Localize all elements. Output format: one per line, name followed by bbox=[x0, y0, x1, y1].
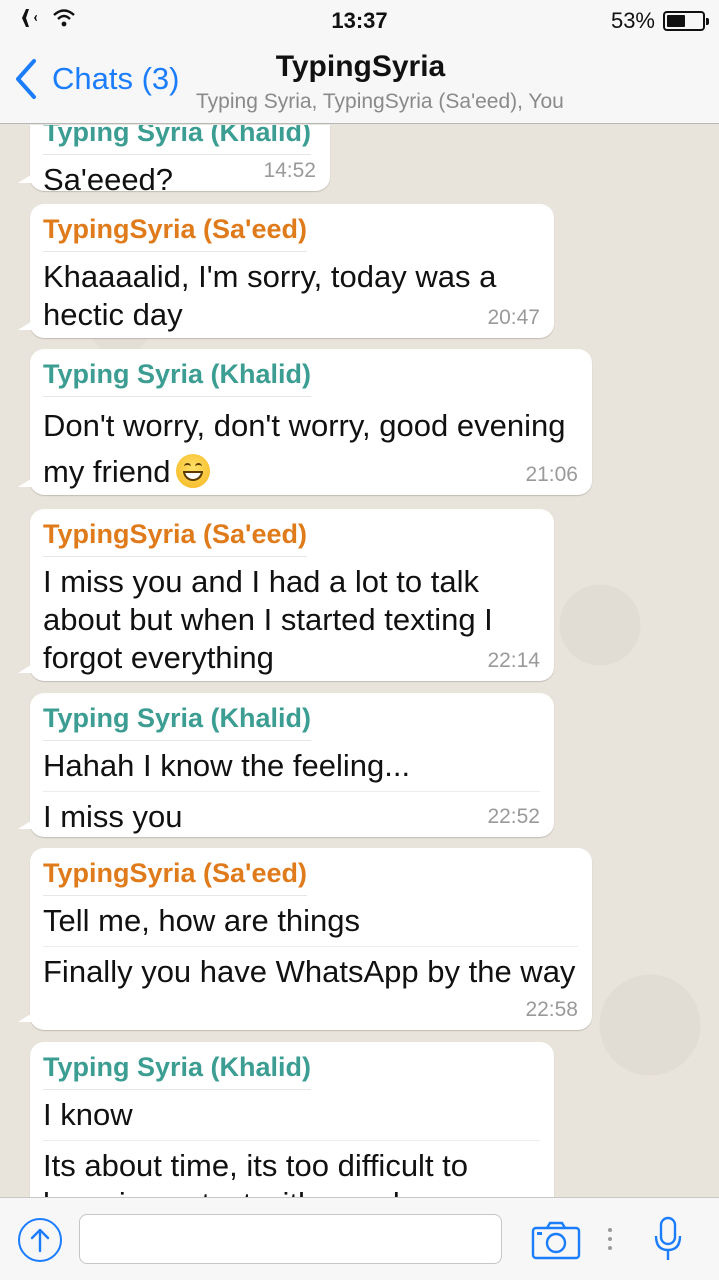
chat-title[interactable]: TypingSyria bbox=[0, 50, 719, 84]
status-right: 53% bbox=[610, 8, 709, 34]
message-text: Tell me, how are things bbox=[43, 903, 361, 938]
message-list[interactable]: Typing Syria (Khalid) Sa'eeed? 14:52 Typ… bbox=[0, 125, 719, 1197]
message-bubble[interactable]: Typing Syria (Khalid) Don't worry, don't… bbox=[18, 349, 592, 495]
message-bubble[interactable]: Typing Syria (Khalid) I know Its about t… bbox=[30, 1042, 554, 1197]
message-text: I know bbox=[43, 1097, 133, 1132]
camera-button[interactable] bbox=[531, 1220, 581, 1265]
message-sender: TypingSyria (Sa'eed) bbox=[43, 858, 307, 896]
battery-percent: 53% bbox=[610, 8, 655, 33]
microphone-icon bbox=[654, 1216, 682, 1260]
message-time: 14:52 bbox=[263, 159, 316, 182]
message-sender: Typing Syria (Khalid) bbox=[43, 125, 312, 155]
message-text: Hahah I know the feeling... bbox=[43, 748, 411, 783]
message-bubble[interactable]: TypingSyria (Sa'eed) Tell me, how are th… bbox=[18, 848, 592, 1030]
message-time: 20:47 bbox=[487, 306, 540, 329]
message-time: 22:52 bbox=[487, 805, 540, 828]
message-text: Its about time, its too difficult to kee… bbox=[43, 1140, 540, 1197]
message-time: 21:06 bbox=[525, 463, 578, 486]
message-bubble[interactable]: Typing Syria (Khalid) Sa'eeed? 14:52 bbox=[18, 125, 330, 197]
chat-participants[interactable]: Typing Syria, TypingSyria (Sa'eed), You bbox=[196, 90, 564, 114]
camera-icon bbox=[531, 1221, 581, 1260]
message-bubble[interactable]: TypingSyria (Sa'eed) I miss you and I ha… bbox=[18, 509, 554, 681]
arrow-up-icon bbox=[30, 1228, 50, 1253]
message-input[interactable] bbox=[79, 1214, 502, 1264]
grinning-face-emoji-icon bbox=[176, 454, 211, 488]
message-sender: Typing Syria (Khalid) bbox=[43, 703, 312, 741]
message-time: 22:14 bbox=[487, 649, 540, 672]
battery-level bbox=[667, 15, 685, 27]
message-time: 22:58 bbox=[525, 998, 578, 1021]
battery-icon bbox=[663, 11, 709, 31]
message-text: Finally you have WhatsApp by the way bbox=[43, 946, 578, 991]
message-bubble[interactable]: TypingSyria (Sa'eed) Khaaaalid, I'm sorr… bbox=[18, 204, 554, 338]
message-text-content: Don't worry, don't worry, good evening m… bbox=[43, 408, 566, 489]
message-sender: TypingSyria (Sa'eed) bbox=[43, 519, 307, 557]
message-text: Khaaaalid, I'm sorry, today was a hectic… bbox=[43, 259, 497, 332]
microphone-button[interactable] bbox=[653, 1216, 683, 1267]
message-sender: Typing Syria (Khalid) bbox=[43, 359, 312, 397]
message-text: Don't worry, don't worry, good evening m… bbox=[43, 403, 578, 495]
more-icon bbox=[606, 1225, 614, 1260]
message-sender: TypingSyria (Sa'eed) bbox=[43, 214, 307, 252]
input-bar bbox=[0, 1197, 719, 1280]
message-text: I miss you and I had a lot to talk about… bbox=[43, 564, 493, 675]
nav-bar: Chats (3) TypingSyria Typing Syria, Typi… bbox=[0, 40, 719, 124]
message-bubble[interactable]: Typing Syria (Khalid) Hahah I know the f… bbox=[18, 693, 554, 837]
message-text: I miss you bbox=[43, 791, 540, 836]
message-sender: Typing Syria (Khalid) bbox=[43, 1052, 312, 1090]
status-bar: 13:37 53% bbox=[0, 0, 719, 40]
share-button[interactable] bbox=[18, 1218, 62, 1262]
